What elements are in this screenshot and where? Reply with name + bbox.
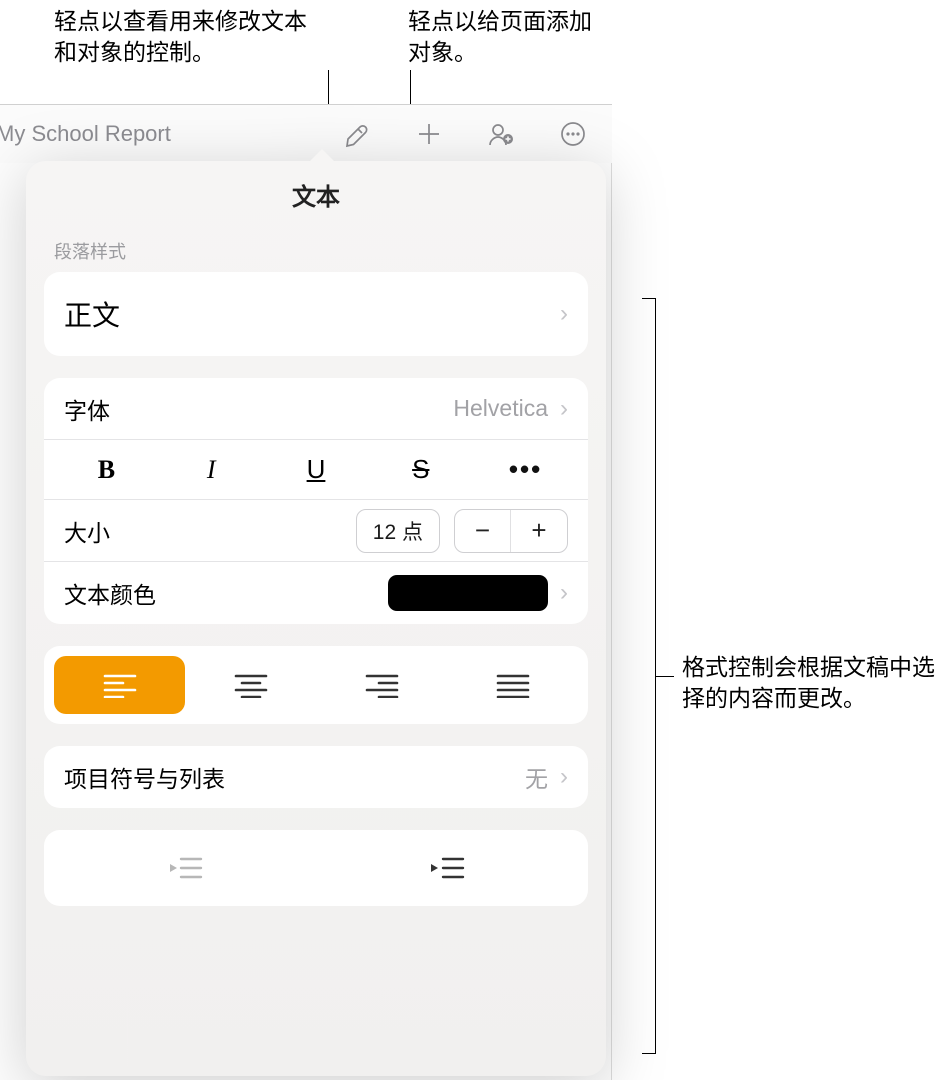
size-label: 大小 [64, 514, 110, 548]
font-value: Helvetica [453, 395, 548, 422]
indent-card [44, 830, 588, 906]
chevron-right-icon: › [560, 579, 568, 607]
chevron-right-icon: › [560, 763, 568, 791]
document-title[interactable]: My School Report [0, 121, 171, 147]
align-left-button[interactable] [54, 656, 185, 714]
collaborate-icon[interactable] [486, 119, 516, 149]
bold-button[interactable]: B [54, 441, 159, 499]
bullets-label: 项目符号与列表 [64, 760, 225, 794]
callout-bracket [642, 298, 656, 1054]
paragraph-style-section-label: 段落样式 [26, 238, 606, 272]
font-label: 字体 [64, 392, 110, 426]
format-popover: 文本 段落样式 正文 › 字体 Helvetica › B I U S [26, 161, 606, 1076]
underline-button[interactable]: U [264, 440, 369, 499]
popover-title: 文本 [26, 177, 606, 212]
italic-button[interactable]: I [159, 441, 264, 499]
bullets-value: 无 [525, 760, 548, 794]
format-brush-icon[interactable] [342, 119, 372, 149]
size-row: 大小 12 点 − + [44, 500, 588, 562]
alignment-row [44, 646, 588, 724]
more-icon[interactable] [558, 119, 588, 149]
size-value-pill[interactable]: 12 点 [356, 509, 440, 553]
paragraph-style-value: 正文 [64, 294, 120, 334]
align-justify-button[interactable] [447, 656, 578, 714]
indent-button[interactable] [316, 840, 578, 896]
chevron-right-icon: › [560, 395, 568, 423]
alignment-card [44, 646, 588, 724]
bullets-card: 项目符号与列表 无 › [44, 746, 588, 808]
text-color-swatch[interactable] [388, 575, 548, 611]
indent-row [44, 830, 588, 906]
font-style-row: B I U S ••• [44, 440, 588, 500]
align-right-button[interactable] [316, 656, 447, 714]
bullets-row[interactable]: 项目符号与列表 无 › [44, 746, 588, 808]
callout-format-controls: 轻点以查看用来修改文本和对象的控制。 [54, 6, 314, 68]
app-window: My School Report 文本 段落样式 正文 [0, 104, 612, 1080]
paragraph-style-card: 正文 › [44, 272, 588, 356]
paragraph-style-row[interactable]: 正文 › [44, 272, 588, 356]
more-text-options-button[interactable]: ••• [473, 440, 578, 499]
add-object-icon[interactable] [414, 119, 444, 149]
align-center-button[interactable] [185, 656, 316, 714]
size-increase-button[interactable]: + [511, 510, 567, 552]
callout-format-changes: 格式控制会根据文稿中选择的内容而更改。 [682, 652, 952, 714]
outdent-button[interactable] [54, 840, 316, 896]
chevron-right-icon: › [560, 300, 568, 328]
strikethrough-button[interactable]: S [368, 440, 473, 499]
font-row[interactable]: 字体 Helvetica › [44, 378, 588, 440]
popover-arrow [306, 149, 338, 165]
size-decrease-button[interactable]: − [455, 510, 511, 552]
font-card: 字体 Helvetica › B I U S ••• 大小 12 点 − + [44, 378, 588, 624]
text-color-row[interactable]: 文本颜色 › [44, 562, 588, 624]
text-color-label: 文本颜色 [64, 576, 156, 610]
callout-bracket-stem [656, 676, 674, 677]
size-stepper: − + [454, 509, 568, 553]
callout-add-object: 轻点以给页面添加对象。 [408, 6, 608, 68]
